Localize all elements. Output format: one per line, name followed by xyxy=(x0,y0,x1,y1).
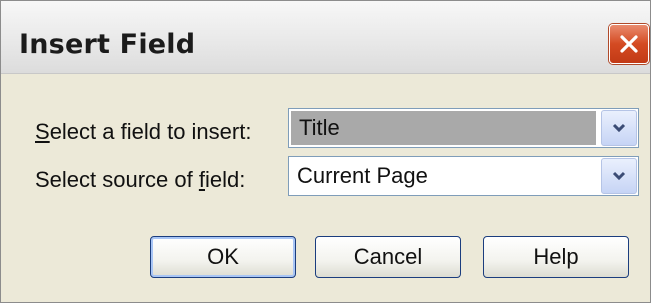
source-label-text: Select source of xyxy=(35,167,199,192)
dialog-title: Insert Field xyxy=(19,29,196,60)
field-select-dropdown-button[interactable] xyxy=(601,110,637,146)
source-select[interactable]: Current Page xyxy=(288,156,639,196)
cancel-button[interactable]: Cancel xyxy=(315,236,461,278)
source-select-dropdown-button[interactable] xyxy=(601,158,637,194)
field-label-accel: S xyxy=(35,119,50,144)
source-label: Select source of field: xyxy=(35,167,245,193)
chevron-down-icon xyxy=(612,171,626,181)
field-label-text: elect a field to insert: xyxy=(49,119,252,144)
title-bar: Insert Field xyxy=(1,1,650,74)
source-label-text-end: ield: xyxy=(205,167,246,192)
ok-button[interactable]: OK xyxy=(150,236,296,278)
field-select-value: Title xyxy=(291,111,596,145)
dialog-body: Select a field to insert: Title Select s… xyxy=(1,74,650,302)
source-select-value: Current Page xyxy=(297,163,428,188)
insert-field-dialog: Insert Field Select a field to insert: T… xyxy=(0,0,651,303)
close-icon xyxy=(620,35,638,53)
field-select[interactable]: Title xyxy=(288,108,639,148)
chevron-down-icon xyxy=(612,123,626,133)
close-button[interactable] xyxy=(609,24,649,64)
help-button[interactable]: Help xyxy=(483,236,629,278)
field-label: Select a field to insert: xyxy=(35,119,251,145)
